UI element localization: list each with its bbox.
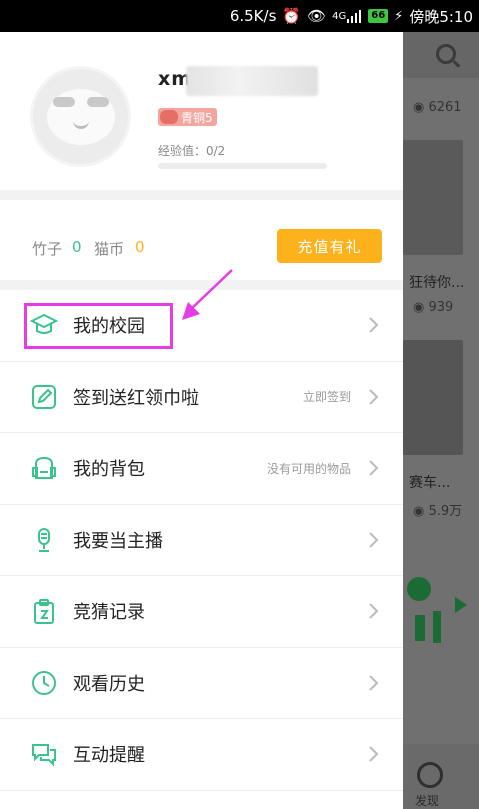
menu-hint: 没有可用的物品 (266, 461, 351, 476)
experience-bar (158, 163, 327, 169)
catcoin-label: 猫币 (94, 240, 125, 258)
discover-icon[interactable] (417, 762, 443, 788)
network-speed: 6.5K/s (229, 7, 277, 25)
chevron-right-icon (369, 675, 379, 691)
bg-title: 狂待你... (409, 275, 465, 291)
clipboard-icon (34, 599, 54, 625)
menu-label: 互动提醒 (73, 745, 145, 767)
bamboo-label: 竹子 (32, 240, 63, 258)
level-label: 青铜5 (181, 110, 213, 125)
chevron-right-icon (369, 532, 379, 548)
bg-view-count: ◉ 939 (413, 300, 454, 315)
eye-icon: 👁 (307, 7, 327, 25)
eye-small-icon: ◉ (413, 504, 429, 519)
eye-small-icon: ◉ (413, 100, 429, 115)
menu-item-checkin[interactable]: 签到送红领巾啦 立即签到 (0, 362, 403, 433)
eye-small-icon: ◉ (413, 300, 429, 315)
side-drawer: xm 7 ad 青铜5 经验值：0/2 竹子 0 猫币 0 充值有礼 我的校园 (0, 32, 403, 809)
menu-label: 我要当主播 (73, 530, 163, 552)
avatar-eye (87, 97, 109, 107)
checkin-hint[interactable]: 立即签到 (303, 388, 351, 405)
experience-label: 经验值：0/2 (158, 144, 226, 158)
menu-item-guess-records[interactable]: 竞猜记录 (0, 576, 403, 648)
menu-label: 观看历史 (73, 673, 145, 695)
catcoin-value: 0 (135, 238, 145, 256)
bg-banner[interactable] (403, 567, 479, 657)
bg-nav-label[interactable]: 发现 (415, 792, 439, 809)
chevron-right-icon (369, 603, 379, 619)
level-badge: 青铜5 (158, 108, 217, 126)
battery-level: 66 (368, 9, 389, 23)
chevron-right-icon (369, 460, 379, 476)
menu-item-interaction-reminders[interactable]: 互动提醒 (0, 719, 403, 791)
status-bar: 6.5K/s ⏰ 👁 4G 66 ⚡ 傍晚5:10 (0, 0, 479, 32)
bg-view-count: ◉ 5.9万 (413, 504, 463, 519)
battery-icon: 66 (368, 9, 389, 23)
menu-item-become-streamer[interactable]: 我要当主播 (0, 505, 403, 576)
bg-search-bar (403, 32, 479, 78)
bg-view-count: ◉ 6261 (413, 100, 462, 115)
menu-label: 竞猜记录 (73, 602, 145, 624)
profile-header[interactable]: xm 7 ad 青铜5 经验值：0/2 (0, 32, 403, 200)
edit-icon (32, 384, 56, 409)
background-app[interactable]: ◉ 6261 狂待你... ◉ 939 赛车... ◉ 5.9万 发现 (403, 32, 479, 809)
bamboo-value: 0 (72, 238, 82, 256)
menu-item-backpack[interactable]: 我的背包 没有可用的物品 (0, 433, 403, 505)
chat-bubbles-icon (32, 744, 56, 767)
avatar[interactable] (30, 66, 131, 167)
wifi-icon: ⚡ (394, 8, 404, 24)
chevron-right-icon (369, 317, 379, 333)
backpack-icon (32, 457, 56, 480)
annotation-arrow (182, 269, 233, 320)
signal-icon: 4G (332, 9, 362, 23)
microphone-icon (38, 527, 50, 552)
highlight-box (24, 303, 173, 349)
recharge-button[interactable]: 充值有礼 (277, 229, 382, 263)
chevron-right-icon (369, 389, 379, 405)
bg-thumbnail[interactable] (403, 340, 463, 455)
clock-time: 傍晚5:10 (409, 7, 473, 26)
chevron-right-icon (369, 746, 379, 762)
bg-title: 赛车... (409, 475, 451, 491)
clock-icon (32, 670, 56, 695)
username-blur-mask (186, 66, 318, 96)
menu-label: 签到送红领巾啦 (73, 387, 199, 409)
pig-icon (160, 110, 178, 124)
menu-label: 我的背包 (73, 459, 145, 481)
bg-bottom-nav: 发现 (403, 744, 479, 809)
avatar-eye (53, 97, 75, 107)
bg-thumbnail[interactable] (403, 140, 463, 255)
search-icon[interactable] (436, 44, 456, 64)
network-type: 4G (332, 10, 347, 22)
menu-item-watch-history[interactable]: 观看历史 (0, 648, 403, 719)
alarm-icon: ⏰ (282, 7, 302, 25)
